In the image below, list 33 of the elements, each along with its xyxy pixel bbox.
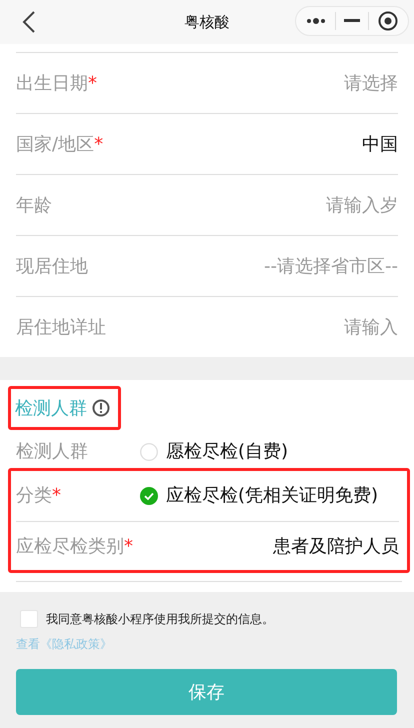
field-placeholder[interactable]: --请选择省市区-- (264, 254, 398, 278)
radio-label[interactable]: 应检尽检(凭相关证明免费) (166, 483, 378, 507)
field-label: 分类* (16, 484, 62, 508)
back-icon[interactable] (22, 11, 36, 33)
required-mark: * (88, 73, 97, 94)
field-label: 现居住地 (16, 255, 88, 278)
field-value[interactable]: 患者及陪护人员 (273, 534, 399, 558)
field-placeholder[interactable]: 请输入岁 (326, 193, 398, 217)
required-mark: * (94, 134, 104, 155)
privacy-link[interactable]: 查看《隐私政策》 (16, 636, 398, 653)
field-label: 年龄 (16, 194, 52, 217)
close-icon[interactable] (378, 11, 398, 31)
info-icon[interactable] (92, 399, 110, 417)
field-label: 检测人群 (16, 440, 89, 464)
minimize-icon[interactable] (344, 19, 360, 23)
field-label: 出生日期* (16, 72, 97, 95)
field-label: 国家/地区* (16, 133, 104, 156)
radio-checked[interactable] (140, 487, 158, 505)
save-button[interactable]: 保存 (16, 669, 397, 715)
required-mark: * (124, 536, 133, 557)
radio-label[interactable]: 愿检尽检(自费) (166, 439, 288, 463)
radio-button[interactable] (140, 443, 158, 461)
field-placeholder[interactable]: 请选择 (344, 71, 398, 95)
consent-text: 我同意粤核酸小程序使用我所提交的信息。 (46, 610, 274, 628)
section-title: 检测人群 (15, 397, 87, 420)
more-icon[interactable] (306, 17, 326, 25)
field-placeholder[interactable]: 请输入 (344, 315, 398, 339)
field-value[interactable]: 中国 (362, 132, 398, 156)
checkbox[interactable] (20, 610, 38, 628)
page-title: 粤核酸 (184, 12, 230, 32)
field-label: 居住地详址 (16, 316, 106, 339)
required-mark: * (52, 485, 61, 506)
field-label: 应检尽检类别* (16, 535, 134, 558)
